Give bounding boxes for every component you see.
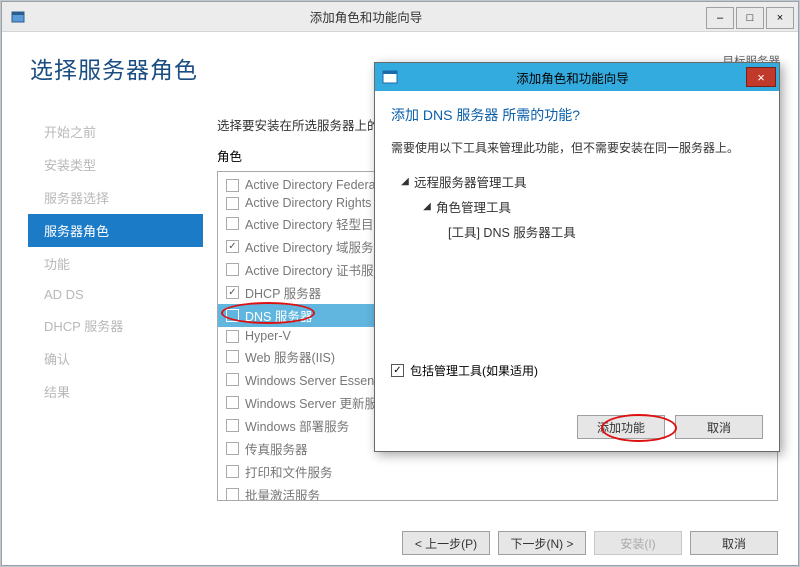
nav-step[interactable]: 结果 bbox=[28, 375, 203, 408]
dialog-footer-buttons: 添加功能 取消 bbox=[577, 415, 763, 439]
checkbox-icon bbox=[226, 465, 239, 478]
checkbox-icon bbox=[226, 197, 239, 210]
checkbox-icon bbox=[391, 364, 404, 377]
dialog-heading: 添加 DNS 服务器 所需的功能? bbox=[391, 105, 763, 125]
checkbox-icon bbox=[226, 263, 239, 276]
checkbox-icon bbox=[226, 373, 239, 386]
include-tools-checkbox[interactable]: 包括管理工具(如果适用) bbox=[391, 362, 763, 379]
checkbox-icon bbox=[226, 396, 239, 409]
tree-expand-icon[interactable]: ◢ bbox=[422, 201, 432, 212]
close-button[interactable]: × bbox=[766, 7, 794, 29]
cancel-button[interactable]: 取消 bbox=[690, 531, 778, 555]
nav-step[interactable]: 确认 bbox=[28, 342, 203, 375]
features-tree[interactable]: ◢ 远程服务器管理工具 ◢ 角色管理工具 [工具] DNS 服务器工具 bbox=[391, 168, 763, 358]
nav-step[interactable]: 安装类型 bbox=[28, 148, 203, 181]
role-row[interactable]: 批量激活服务 bbox=[218, 483, 638, 501]
nav-step[interactable]: 开始之前 bbox=[28, 115, 203, 148]
checkbox-icon bbox=[226, 488, 239, 501]
checkbox-icon bbox=[226, 286, 239, 299]
role-label: 打印和文件服务 bbox=[245, 462, 333, 481]
outer-title: 添加角色和功能向导 bbox=[26, 7, 706, 26]
role-label: Web 服务器(IIS) bbox=[245, 347, 335, 366]
outer-titlebar: 添加角色和功能向导 – □ × bbox=[2, 2, 798, 32]
dialog-cancel-button[interactable]: 取消 bbox=[675, 415, 763, 439]
checkbox-icon bbox=[226, 240, 239, 253]
checkbox-icon bbox=[226, 217, 239, 230]
tree-item-level1[interactable]: ◢ 远程服务器管理工具 bbox=[392, 169, 762, 194]
page-title: 选择服务器角色 bbox=[30, 51, 198, 85]
checkbox-icon bbox=[226, 350, 239, 363]
nav-step[interactable]: 服务器角色 bbox=[28, 214, 203, 247]
nav-step[interactable]: AD DS bbox=[28, 280, 203, 309]
window-icon bbox=[10, 9, 26, 25]
tree-label: [工具] DNS 服务器工具 bbox=[448, 222, 576, 241]
tree-label: 远程服务器管理工具 bbox=[414, 172, 527, 191]
dialog-icon bbox=[381, 68, 399, 86]
install-button: 安装(I) bbox=[594, 531, 682, 555]
role-label: Windows Server 更新服务 bbox=[245, 393, 389, 412]
checkbox-icon bbox=[226, 330, 239, 343]
dialog-body: 添加 DNS 服务器 所需的功能? 需要使用以下工具来管理此功能，但不需要安装在… bbox=[375, 91, 779, 451]
role-label: Active Directory 域服务 bbox=[245, 237, 374, 256]
nav-step[interactable]: DHCP 服务器 bbox=[28, 309, 203, 342]
tree-expand-icon[interactable]: ◢ bbox=[400, 176, 410, 187]
tree-item-level3[interactable]: [工具] DNS 服务器工具 bbox=[392, 219, 762, 244]
next-button[interactable]: 下一步(N) > bbox=[498, 531, 586, 555]
nav-step[interactable]: 服务器选择 bbox=[28, 181, 203, 214]
annotation-ellipse bbox=[221, 302, 315, 324]
role-label: Active Directory 证书服务 bbox=[245, 260, 386, 279]
checkbox-icon bbox=[226, 179, 239, 192]
role-label: Windows 部署服务 bbox=[245, 416, 349, 435]
add-features-dialog: 添加角色和功能向导 × 添加 DNS 服务器 所需的功能? 需要使用以下工具来管… bbox=[374, 62, 780, 452]
tree-label: 角色管理工具 bbox=[436, 197, 511, 216]
maximize-button[interactable]: □ bbox=[736, 7, 764, 29]
include-tools-label: 包括管理工具(如果适用) bbox=[410, 362, 538, 379]
role-label: 传真服务器 bbox=[245, 439, 308, 458]
nav-step[interactable]: 功能 bbox=[28, 247, 203, 280]
tree-item-level2[interactable]: ◢ 角色管理工具 bbox=[392, 194, 762, 219]
add-features-button[interactable]: 添加功能 bbox=[577, 415, 665, 439]
dialog-close-button[interactable]: × bbox=[746, 67, 776, 87]
role-label: DHCP 服务器 bbox=[245, 283, 321, 302]
role-label: Hyper-V bbox=[245, 329, 291, 343]
role-row[interactable]: 打印和文件服务 bbox=[218, 460, 638, 483]
dialog-description: 需要使用以下工具来管理此功能，但不需要安装在同一服务器上。 bbox=[391, 139, 763, 156]
checkbox-icon bbox=[226, 419, 239, 432]
checkbox-icon bbox=[226, 442, 239, 455]
dialog-titlebar: 添加角色和功能向导 × bbox=[375, 63, 779, 91]
wizard-footer-buttons: < 上一步(P) 下一步(N) > 安装(I) 取消 bbox=[2, 531, 778, 555]
dialog-title: 添加角色和功能向导 bbox=[399, 68, 746, 87]
role-label: 批量激活服务 bbox=[245, 485, 320, 501]
titlebar-buttons: – □ × bbox=[706, 5, 798, 29]
minimize-button[interactable]: – bbox=[706, 7, 734, 29]
prev-button[interactable]: < 上一步(P) bbox=[402, 531, 490, 555]
wizard-nav: 开始之前安装类型服务器选择服务器角色功能AD DSDHCP 服务器确认结果 bbox=[28, 115, 203, 408]
close-icon: × bbox=[757, 70, 765, 85]
